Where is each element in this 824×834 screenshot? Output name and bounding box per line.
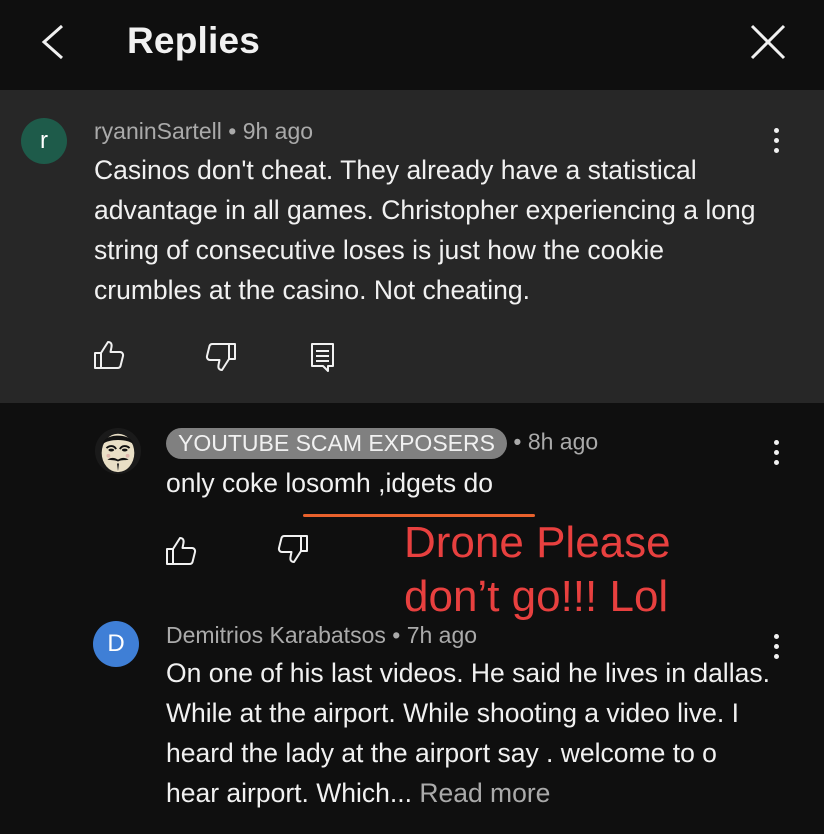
annotation-line: Drone Please xyxy=(404,518,671,567)
reply-time: 7h ago xyxy=(406,622,478,648)
thumb-down-icon[interactable] xyxy=(204,340,238,374)
thumb-up-icon[interactable] xyxy=(92,338,126,372)
page-title: Replies xyxy=(127,20,261,61)
thumb-down-icon[interactable] xyxy=(276,532,310,566)
kebab-menu-icon[interactable] xyxy=(766,124,786,158)
comment-meta: ryaninSartell • 9h ago xyxy=(94,118,313,145)
avatar-letter: D xyxy=(107,630,125,657)
comment-text: Casinos don't cheat. They already have a… xyxy=(94,155,756,305)
comment-author[interactable]: ryaninSartell xyxy=(94,118,222,144)
kebab-menu-icon[interactable] xyxy=(766,630,786,664)
creator-badge[interactable]: YOUTUBE SCAM EXPOSERS xyxy=(166,428,507,459)
reply-text: On one of his last videos. He said he li… xyxy=(166,653,776,813)
thumb-up-icon[interactable] xyxy=(164,534,198,568)
replies-header: Replies xyxy=(0,0,824,90)
close-icon[interactable] xyxy=(748,22,788,62)
comment-time: 9h ago xyxy=(242,118,314,144)
guy-fawkes-mask-avatar[interactable] xyxy=(94,427,142,475)
avatar-letter: r xyxy=(40,127,48,154)
avatar[interactable]: r xyxy=(21,118,67,164)
annotation-line: don’t go!!! Lol xyxy=(404,572,669,621)
annotation-text: Drone Please don’t go!!! Lol xyxy=(404,516,744,624)
avatar[interactable]: D xyxy=(93,621,139,667)
read-more-link[interactable]: Read more xyxy=(419,778,550,808)
meta-separator: • xyxy=(513,428,522,455)
reply-meta: YOUTUBE SCAM EXPOSERS • 8h ago xyxy=(166,428,598,459)
reply-author[interactable]: Demitrios Karabatsos xyxy=(166,622,386,648)
reply-meta: Demitrios Karabatsos • 7h ago xyxy=(166,622,477,649)
reply-text: only coke losomh ,idgets do xyxy=(166,468,494,498)
reply-time: 8h ago xyxy=(527,428,599,455)
reply-comment-icon[interactable] xyxy=(306,340,340,374)
chevron-left-icon[interactable] xyxy=(38,22,70,62)
meta-separator: • xyxy=(228,118,237,144)
meta-separator: • xyxy=(392,622,401,648)
kebab-menu-icon[interactable] xyxy=(766,436,786,470)
parent-comment: r ryaninSartell • 9h ago Casinos don't c… xyxy=(0,90,824,403)
